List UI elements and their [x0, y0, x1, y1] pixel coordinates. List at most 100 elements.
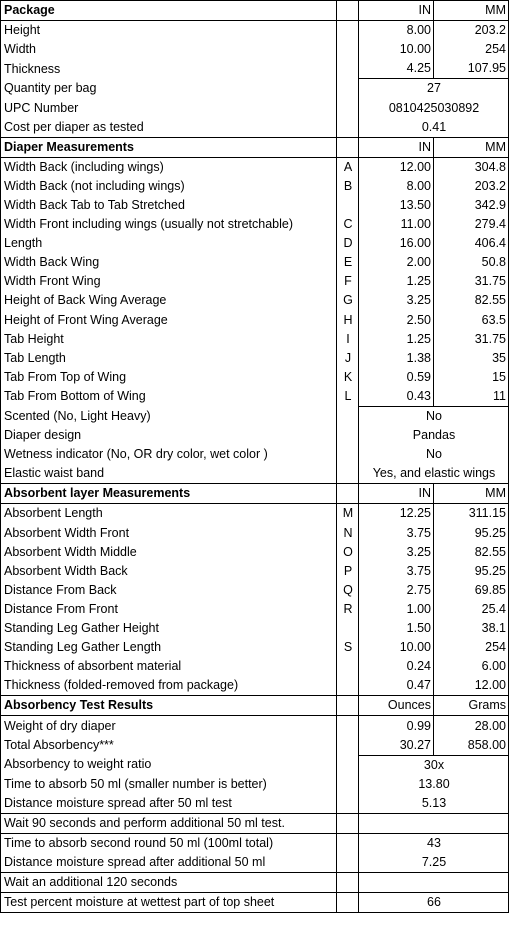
letter-cell: [336, 40, 359, 60]
table-row: Wetness indicator (No, OR dry color, wet…: [0, 445, 509, 465]
value-mm: 254: [433, 40, 509, 60]
letter-cell: K: [336, 367, 359, 387]
row-label: Quantity per bag: [0, 78, 337, 99]
row-label: Distance moisture spread after 50 ml tes…: [0, 793, 337, 814]
value-in: 0.47: [358, 676, 434, 696]
row-label: Scented (No, Light Heavy): [0, 406, 337, 427]
value-in: 1.25: [358, 329, 434, 349]
letter-cell: [336, 657, 359, 677]
table-row: Width Back Tab to Tab Stretched 13.50 34…: [0, 195, 509, 216]
section-title: Absorbency Test Results: [0, 695, 337, 717]
row-label: Width Back (not including wings): [0, 176, 337, 196]
table-row: Time to absorb second round 50 ml (100ml…: [0, 833, 509, 854]
table-row: Width Back (including wings) A 12.00 304…: [0, 157, 509, 177]
merged-value: Yes, and elastic wings: [358, 464, 509, 484]
value-in: 10.00: [358, 40, 434, 60]
value-in: 0.59: [358, 367, 434, 387]
value-in: 0.43: [358, 386, 434, 407]
value-in: 3.75: [358, 561, 434, 581]
table-row: Absorbent Width Middle O 3.25 82.55: [0, 542, 509, 562]
value-mm: 342.9: [433, 195, 509, 216]
table-row: Test percent moisture at wettest part of…: [0, 892, 509, 914]
row-label: Time to absorb second round 50 ml (100ml…: [0, 833, 337, 854]
table-row: Thickness 4.25 107.95: [0, 59, 509, 80]
value-mm: 82.55: [433, 291, 509, 311]
value-in: 12.00: [358, 157, 434, 177]
unit-mm-header: MM: [433, 0, 509, 22]
letter-cell: [336, 136, 359, 158]
row-label: Absorbent Width Front: [0, 523, 337, 543]
letter-cell: N: [336, 523, 359, 543]
letter-cell: [336, 695, 359, 717]
letter-cell: [336, 0, 359, 22]
row-label: Distance moisture spread after additiona…: [0, 853, 337, 873]
row-label: Weight of dry diaper: [0, 715, 337, 736]
letter-cell: [336, 715, 359, 736]
letter-cell: E: [336, 253, 359, 273]
letter-cell: [336, 735, 359, 756]
table-row: Absorbent Width Front N 3.75 95.25: [0, 523, 509, 543]
value-mm: 31.75: [433, 272, 509, 292]
letter-cell: [336, 117, 359, 138]
value-mm: 203.2: [433, 20, 509, 41]
table-row: Width Back (not including wings) B 8.00 …: [0, 176, 509, 196]
row-label: Width Back Wing: [0, 253, 337, 273]
value-in: 1.50: [358, 619, 434, 639]
diaper-review-spreadsheet: Package IN MM Height 8.00 203.2 Width 10…: [0, 0, 509, 914]
letter-cell: [336, 774, 359, 794]
table-row: Distance moisture spread after 50 ml tes…: [0, 793, 509, 814]
value-mm: 95.25: [433, 561, 509, 581]
row-label: Test percent moisture at wettest part of…: [0, 892, 337, 914]
merged-value: No: [358, 445, 509, 465]
letter-cell: [336, 464, 359, 484]
table-row: Height of Back Wing Average G 3.25 82.55: [0, 291, 509, 311]
value-mm: 311.15: [433, 503, 509, 524]
letter-cell: [336, 853, 359, 873]
value-in: 12.25: [358, 503, 434, 524]
row-label: Absorbent Width Back: [0, 561, 337, 581]
value-mm: 31.75: [433, 329, 509, 349]
value-in: 8.00: [358, 20, 434, 41]
value-in: 1.25: [358, 272, 434, 292]
value-mm: 63.5: [433, 310, 509, 330]
row-label: Width Front including wings (usually not…: [0, 215, 337, 235]
letter-cell: [336, 812, 359, 835]
table-row: Width Back Wing E 2.00 50.8: [0, 253, 509, 273]
table-row: Tab From Top of Wing K 0.59 15: [0, 367, 509, 387]
merged-value: 7.25: [358, 853, 509, 873]
unit-mm-header: MM: [433, 136, 509, 158]
merged-value: 13.80: [358, 774, 509, 794]
unit-grams-header: Grams: [433, 695, 509, 717]
table-row: Thickness (folded-removed from package) …: [0, 676, 509, 696]
value-mm: 50.8: [433, 253, 509, 273]
table-row: Length D 16.00 406.4: [0, 234, 509, 254]
row-label: Height: [0, 20, 337, 41]
unit-ounces-header: Ounces: [358, 695, 434, 717]
table-row: Standing Leg Gather Length S 10.00 254: [0, 638, 509, 658]
value-in: 2.00: [358, 253, 434, 273]
row-label: Absorbency to weight ratio: [0, 755, 337, 775]
value-mm: 95.25: [433, 523, 509, 543]
merged-value: 0810425030892: [358, 98, 509, 118]
value-mm: 406.4: [433, 234, 509, 254]
value-in: 13.50: [358, 195, 434, 216]
merged-value: 5.13: [358, 793, 509, 814]
letter-cell: [336, 445, 359, 465]
value-in: 3.25: [358, 291, 434, 311]
letter-cell: S: [336, 638, 359, 658]
row-label: Length: [0, 234, 337, 254]
value-in: 0.24: [358, 657, 434, 677]
letter-cell: [336, 78, 359, 99]
row-label: Time to absorb 50 ml (smaller number is …: [0, 774, 337, 794]
value-mm: 279.4: [433, 215, 509, 235]
letter-cell: A: [336, 157, 359, 177]
value-in: 11.00: [358, 215, 434, 235]
table-row: Tab From Bottom of Wing L 0.43 11: [0, 386, 509, 407]
value-in: 4.25: [358, 59, 434, 80]
row-label: Distance From Back: [0, 580, 337, 600]
table-row: Elastic waist band Yes, and elastic wing…: [0, 464, 509, 484]
row-label: Wetness indicator (No, OR dry color, wet…: [0, 445, 337, 465]
letter-cell: O: [336, 542, 359, 562]
table-row: Absorbent Width Back P 3.75 95.25: [0, 561, 509, 581]
merged-value: 0.41: [358, 117, 509, 138]
